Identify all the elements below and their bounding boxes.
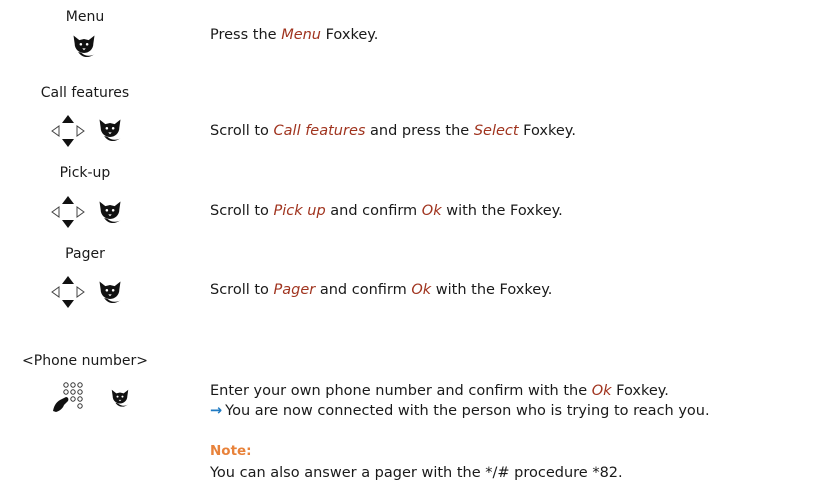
navigation-keys-icon: [51, 195, 85, 229]
result-line: → You are now connected with the person w…: [210, 401, 710, 421]
instruction-menu: Press the Menu Foxkey.: [210, 27, 379, 43]
key-label-pick-up: Pick-up: [59, 165, 111, 181]
instruction-phone-number: Enter your own phone number and confirm …: [210, 383, 669, 399]
foxkey-icon: [111, 389, 129, 407]
key-label-call-features: Call features: [40, 85, 130, 101]
navigation-keys-icon: [51, 114, 85, 148]
note-title: Note:: [210, 443, 252, 459]
foxkey-icon: [99, 281, 121, 304]
navigation-keys-icon: [51, 275, 85, 309]
foxkey-icon: [99, 201, 121, 224]
foxkey-icon: [73, 35, 95, 58]
result-arrow-icon: →: [210, 403, 223, 419]
key-label-menu: Menu: [65, 9, 105, 25]
key-label-pager: Pager: [65, 246, 105, 262]
keypad-dialing-icon: [53, 382, 83, 412]
note-text: You can also answer a pager with the */#…: [210, 465, 623, 481]
foxkey-icon: [99, 119, 121, 142]
instruction-call-features: Scroll to Call features and press the Se…: [210, 123, 576, 139]
instruction-pager: Scroll to Pager and confirm Ok with the …: [210, 282, 553, 298]
key-label-phone-number: <Phone number>: [22, 353, 148, 369]
instruction-pick-up: Scroll to Pick up and confirm Ok with th…: [210, 203, 563, 219]
result-text: You are now connected with the person wh…: [225, 403, 710, 419]
